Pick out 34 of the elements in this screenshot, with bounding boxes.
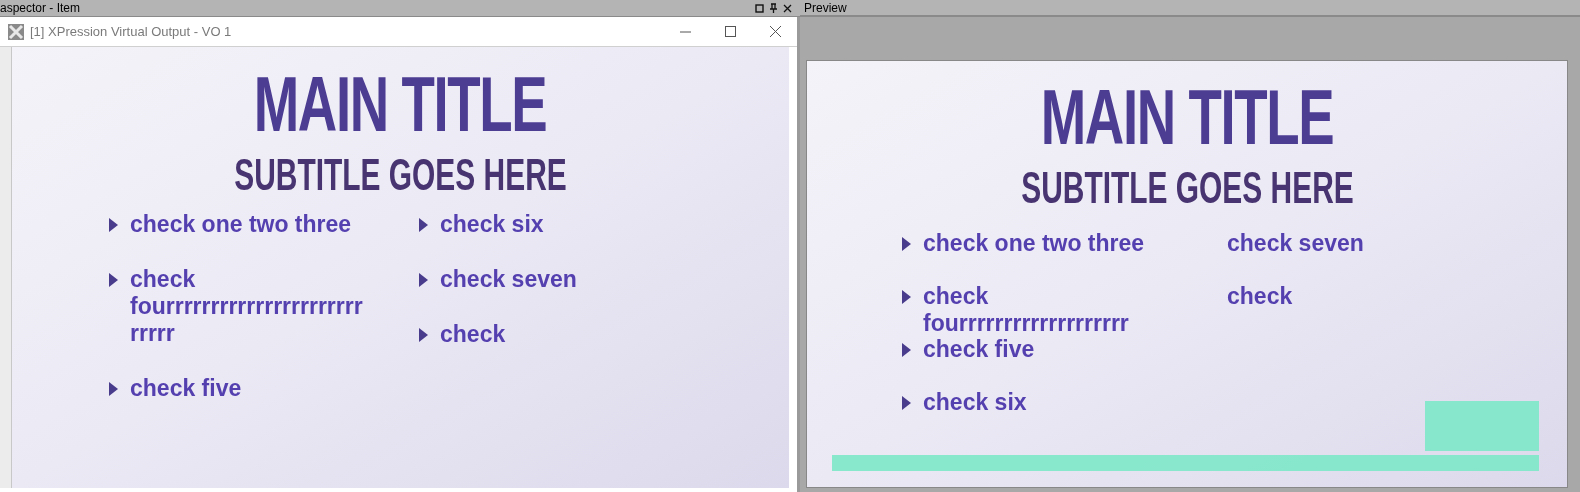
triangle-bullet-icon xyxy=(109,273,118,287)
triangle-bullet-icon xyxy=(902,290,911,304)
bullet-text: check five xyxy=(923,336,1036,363)
triangle-bullet-icon xyxy=(419,328,428,342)
triangle-bullet-icon xyxy=(902,343,911,357)
panel-title: Preview xyxy=(804,0,847,17)
slide-subtitle: SUBTITLE GOES HERE xyxy=(1020,166,1354,210)
bullet-text: check six xyxy=(923,389,1028,416)
triangle-bullet-icon xyxy=(109,382,118,396)
bullet-text: check seven xyxy=(440,266,578,293)
close-icon[interactable] xyxy=(783,3,792,13)
bullet-text: check one two three xyxy=(130,211,353,238)
triangle-bullet-icon xyxy=(902,396,911,410)
triangle-bullet-icon xyxy=(109,218,118,232)
bullet-text: check seven xyxy=(1227,230,1365,257)
pin-icon[interactable] xyxy=(769,3,778,13)
bullet-text: check xyxy=(1227,283,1294,310)
panel-title: aspector - Item xyxy=(0,0,81,17)
triangle-bullet-icon xyxy=(419,273,428,287)
bullet-text: check six xyxy=(440,211,545,238)
slide-subtitle: SUBTITLE GOES HERE xyxy=(234,153,567,197)
window-title: [1] XPression Virtual Output - VO 1 xyxy=(30,22,232,41)
slide-title: MAIN TITLE xyxy=(254,65,547,143)
bullet-text: check one two three xyxy=(923,230,1146,257)
triangle-bullet-icon xyxy=(902,237,911,251)
app-logo-icon xyxy=(8,23,24,40)
bullet-text: check five xyxy=(130,375,243,402)
triangle-bullet-icon xyxy=(419,218,428,232)
bullet-text: check xyxy=(440,321,507,348)
close-icon[interactable] xyxy=(770,26,781,37)
float-icon[interactable] xyxy=(755,3,764,13)
bullet-text: check fourrrrrrrrrrrrrrrrrrrrrrrrrrr xyxy=(130,266,364,347)
slide-title: MAIN TITLE xyxy=(1040,78,1334,156)
maximize-icon[interactable] xyxy=(725,26,736,37)
